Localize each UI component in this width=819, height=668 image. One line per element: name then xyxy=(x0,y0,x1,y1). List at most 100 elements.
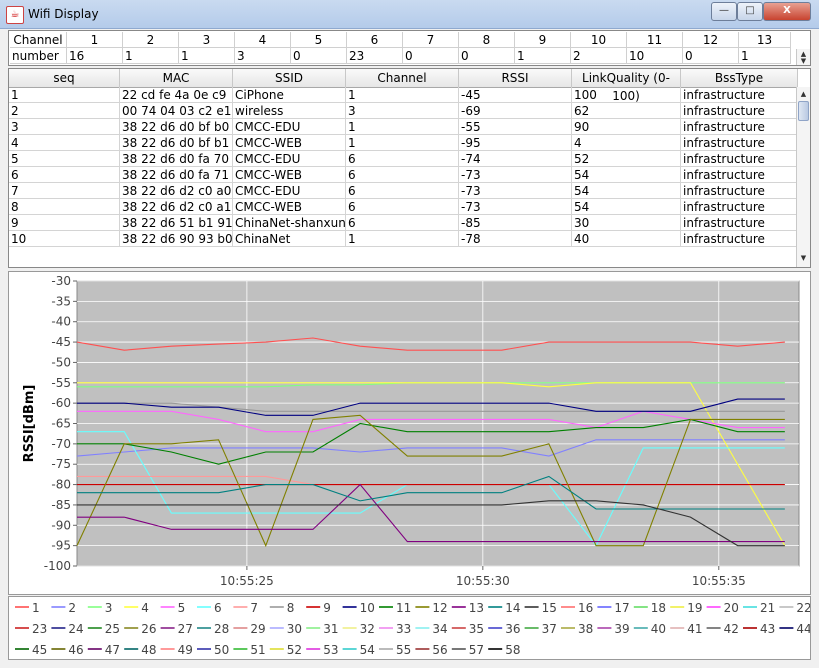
ap-table-cell: 54 xyxy=(572,167,681,183)
ap-table-cell: -55 xyxy=(459,119,572,135)
ap-table-row[interactable]: 6 38 22 d6 d0 fa 71 CMCC-WEB 6 -73 54 infrastr… xyxy=(9,167,798,183)
ap-table-row[interactable]: 9 38 22 d6 51 b1 91 ChinaNet-shanxun 6 -85 30… xyxy=(9,215,798,231)
ap-table-cell: 8 xyxy=(9,199,120,215)
ap-column-header[interactable]: BssType xyxy=(681,69,798,87)
legend-label: 22 xyxy=(796,601,810,615)
ap-table-row[interactable]: 5 38 22 d6 d0 fa 70 CMCC-EDU 6 -74 52 infrastr… xyxy=(9,151,798,167)
y-tick-label: -40 xyxy=(51,315,71,329)
ap-table-cell: infrastructure xyxy=(681,231,798,247)
rssi-chart: -30 -35 -40 -45 -50 -55 -60 -65 -70 -75 -80 -85 -90 -… xyxy=(8,271,811,595)
y-tick-label: -50 xyxy=(51,355,71,369)
channel-header-cell: 8 xyxy=(459,32,515,48)
legend-item: 25 xyxy=(87,622,120,636)
ap-table-cell: 54 xyxy=(572,199,681,215)
y-tick-label: -65 xyxy=(51,417,71,431)
channel-count-cell: 16 xyxy=(67,48,123,64)
legend-label: 40 xyxy=(651,622,666,636)
legend-label: 33 xyxy=(396,622,411,636)
ap-table-cell: 38 22 d6 d2 c0 a0 xyxy=(120,183,233,199)
channel-header-cell: 5 xyxy=(291,32,347,48)
ap-table-cell: 6 xyxy=(346,183,459,199)
legend-item: 30 xyxy=(269,622,302,636)
ap-table-row[interactable]: 1 22 cd fe 4a 0e c9 CiPhone 1 -45 100 infrastr… xyxy=(9,87,798,103)
legend-label: 1 xyxy=(32,601,40,615)
y-axis-label: RSSI[dBm] xyxy=(22,385,37,463)
legend-label: 39 xyxy=(614,622,629,636)
ap-table-cell: 40 xyxy=(572,231,681,247)
ap-table-cell: CMCC-EDU xyxy=(233,119,346,135)
legend-label: 53 xyxy=(323,643,338,657)
ap-column-header[interactable]: Channel xyxy=(346,69,459,87)
ap-table-row[interactable]: 8 38 22 d6 d2 c0 a1 CMCC-WEB 6 -73 54 infrastr… xyxy=(9,199,798,215)
legend-item: 21 xyxy=(743,601,775,615)
maximize-button[interactable]: □ xyxy=(737,2,763,21)
main-panel: Channel 1 2 3 4 5 6 7 8 9 10 11 12 13 number 16 1 1 3 0 23 0… xyxy=(8,30,812,660)
legend-label: 52 xyxy=(287,643,302,657)
ap-table-cell: CMCC-WEB xyxy=(233,135,346,151)
scroll-down-arrow-icon[interactable]: ▼ xyxy=(798,253,809,263)
ap-table-cell: 1 xyxy=(9,87,120,103)
legend-label: 55 xyxy=(396,643,411,657)
legend-item: 2 xyxy=(51,601,76,615)
y-tick-label: -70 xyxy=(51,437,71,451)
ap-table-row[interactable]: 7 38 22 d6 d2 c0 a0 CMCC-EDU 6 -73 54 infrastr… xyxy=(9,183,798,199)
channel-count-cell: 23 xyxy=(347,48,403,64)
legend-label: 32 xyxy=(360,622,375,636)
legend-item: 20 xyxy=(706,601,739,615)
ap-column-header[interactable]: MAC xyxy=(120,69,233,87)
ap-table-row[interactable]: 3 38 22 d6 d0 bf b0 CMCC-EDU 1 -55 90 infrastr… xyxy=(9,119,798,135)
legend-item: 7 xyxy=(233,601,258,615)
ap-table-cell: 10 xyxy=(9,231,120,247)
ap-table-cell: infrastructure xyxy=(681,215,798,231)
legend-label: 5 xyxy=(178,601,186,615)
y-tick-label: -100 xyxy=(44,559,71,573)
legend-item: 37 xyxy=(524,622,557,636)
ap-table-cell: -73 xyxy=(459,199,572,215)
legend-item: 35 xyxy=(451,622,484,636)
ap-table-cell: -74 xyxy=(459,151,572,167)
scroll-down-arrow-icon[interactable]: ▼ xyxy=(798,56,809,66)
ap-column-header[interactable]: RSSI xyxy=(459,69,572,87)
channel-header-cell: 3 xyxy=(179,32,235,48)
legend-label: 20 xyxy=(724,601,739,615)
legend-label: 17 xyxy=(614,601,629,615)
close-button[interactable]: X xyxy=(763,2,811,21)
ap-column-header[interactable]: seq xyxy=(9,69,120,87)
ap-table-cell: 3 xyxy=(9,119,120,135)
channel-header-label: Channel xyxy=(10,32,67,48)
channel-count-cell: 3 xyxy=(235,48,291,64)
ap-table-row[interactable]: 4 38 22 d6 d0 bf b1 CMCC-WEB 1 -95 4 infrastru… xyxy=(9,135,798,151)
ap-table-cell: infrastructure xyxy=(681,119,798,135)
legend-item: 50 xyxy=(197,643,229,657)
scroll-up-arrow-icon[interactable]: ▲ xyxy=(798,89,809,99)
legend-label: 9 xyxy=(323,601,331,615)
scroll-thumb[interactable] xyxy=(798,101,809,121)
legend-label: 43 xyxy=(760,622,775,636)
ap-column-header[interactable]: LinkQuality (0-100) xyxy=(572,69,681,103)
legend-label: 58 xyxy=(505,643,520,657)
legend-item: 45 xyxy=(15,643,47,657)
legend-item: 6 xyxy=(197,601,222,615)
channel-header-cell: 13 xyxy=(739,32,791,48)
legend-label: 36 xyxy=(505,622,520,636)
ap-table-scrollbar[interactable]: ▲ ▼ xyxy=(796,87,810,267)
legend-label: 42 xyxy=(724,622,739,636)
legend-label: 46 xyxy=(68,643,83,657)
legend-label: 56 xyxy=(432,643,447,657)
legend-label: 35 xyxy=(469,622,484,636)
legend-item: 8 xyxy=(269,601,294,615)
minimize-button[interactable]: — xyxy=(711,2,737,21)
legend-label: 4 xyxy=(141,601,149,615)
ap-table-header: seq MAC SSID Channel RSSI LinkQuality (0-100)… xyxy=(9,69,798,103)
ap-table-row[interactable]: 10 38 22 d6 90 93 b0 ChinaNet 1 -78 40 infrast… xyxy=(9,231,798,247)
legend-item: 22 xyxy=(779,601,812,615)
legend-label: 49 xyxy=(178,643,193,657)
ap-column-header[interactable]: SSID xyxy=(233,69,346,87)
legend-item: 19 xyxy=(670,601,702,615)
ap-table-cell: 2 xyxy=(9,103,120,119)
ap-table-cell: 6 xyxy=(346,167,459,183)
legend-item: 27 xyxy=(160,622,193,636)
channel-table-scrollbar[interactable]: ▲ ▼ xyxy=(796,49,810,65)
ap-table-cell: 6 xyxy=(346,215,459,231)
ap-table-row[interactable]: 2 00 74 04 03 c2 e1 wireless 3 -69 62 infrastr… xyxy=(9,103,798,119)
